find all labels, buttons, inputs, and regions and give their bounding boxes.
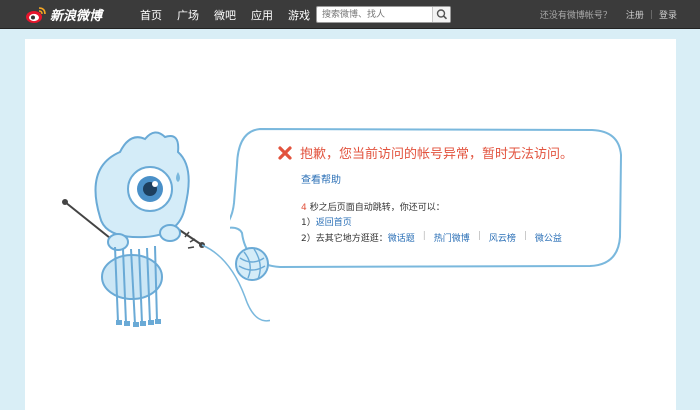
mascot-illustration bbox=[62, 131, 270, 327]
search-box bbox=[316, 6, 451, 23]
option-explore-row: 2）去其它地方逛逛： 微话题 | 热门微博 | 风云榜 | 微公益 bbox=[301, 231, 562, 244]
search-icon bbox=[436, 9, 448, 20]
content-panel: 抱歉，您当前访问的帐号异常，暂时无法访问。 查看帮助 4 秒之后页面自动跳转，你还… bbox=[25, 39, 676, 410]
main-nav: 首页 广场 微吧 应用 游戏 bbox=[140, 0, 325, 29]
error-x-icon bbox=[278, 145, 292, 160]
countdown-number: 4 bbox=[301, 203, 307, 213]
option2-prefix: 2）去其它地方逛逛： bbox=[301, 234, 388, 244]
error-message-row: 抱歉，您当前访问的帐号异常，暂时无法访问。 bbox=[277, 143, 573, 162]
nav-apps[interactable]: 应用 bbox=[251, 7, 273, 23]
login-link[interactable]: 登录 bbox=[659, 8, 677, 21]
nav-weiba[interactable]: 微吧 bbox=[214, 7, 236, 23]
search-button[interactable] bbox=[432, 7, 450, 22]
charity-link[interactable]: 微公益 bbox=[535, 231, 562, 244]
topic-link[interactable]: 微话题 bbox=[388, 231, 415, 244]
nav-square[interactable]: 广场 bbox=[177, 7, 199, 23]
logo-text: 新浪微博 bbox=[50, 9, 103, 24]
hot-weibo-link[interactable]: 热门微博 bbox=[434, 231, 470, 244]
help-link[interactable]: 查看帮助 bbox=[301, 171, 341, 186]
divider: | bbox=[649, 9, 653, 20]
weibo-eye-icon bbox=[26, 6, 46, 23]
countdown-text: 秒之后页面自动跳转，你还可以： bbox=[309, 203, 445, 213]
nav-home[interactable]: 首页 bbox=[140, 7, 162, 23]
error-message: 抱歉，您当前访问的帐号异常，暂时无法访问。 bbox=[300, 147, 574, 162]
weibo-logo[interactable]: 新浪微博 bbox=[25, 4, 102, 25]
account-links: 还没有微博帐号？ 注册 | 登录 bbox=[540, 0, 677, 29]
redirect-countdown: 4 秒之后页面自动跳转，你还可以： bbox=[301, 200, 445, 213]
search-input[interactable] bbox=[317, 7, 432, 22]
no-account-text: 还没有微博帐号？ bbox=[539, 11, 612, 21]
divider: | bbox=[477, 231, 481, 241]
option1-prefix: 1） bbox=[301, 218, 316, 228]
yarn-ball-icon bbox=[235, 247, 269, 281]
divider: | bbox=[523, 231, 527, 241]
top-nav-bar: 新浪微博 首页 广场 微吧 应用 游戏 还没有微博帐号？ 注册 | 登录 bbox=[0, 0, 700, 29]
option-home-row: 1）返回首页 bbox=[301, 215, 352, 228]
back-home-link[interactable]: 返回首页 bbox=[316, 218, 352, 228]
ranking-link[interactable]: 风云榜 bbox=[489, 231, 516, 244]
nav-games[interactable]: 游戏 bbox=[288, 7, 310, 23]
divider: | bbox=[422, 231, 426, 241]
register-link[interactable]: 注册 bbox=[626, 8, 644, 21]
